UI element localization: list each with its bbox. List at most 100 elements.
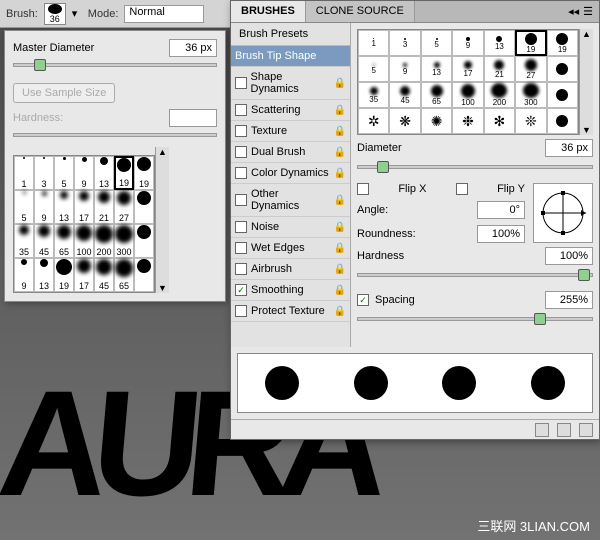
- brush-option-brush-tip-shape[interactable]: Brush Tip Shape: [231, 46, 350, 67]
- brush-preset-cell[interactable]: 13: [34, 258, 54, 292]
- lock-icon[interactable]: 🔒: [334, 168, 346, 179]
- brush-tip-grid[interactable]: 13591319195913172127354565100200300✲❋✺❉✻…: [357, 29, 579, 135]
- brush-preset-cell[interactable]: 13: [94, 156, 114, 190]
- brush-option-dual-brush[interactable]: Dual Brush🔒: [231, 142, 350, 163]
- new-brush-icon[interactable]: [557, 423, 571, 437]
- brush-preset-cell[interactable]: [134, 258, 154, 292]
- diameter-slider[interactable]: [357, 165, 593, 169]
- lock-icon[interactable]: 🔒: [334, 195, 346, 206]
- brush-tip-cell[interactable]: 100: [452, 82, 483, 108]
- brush-tip-cell[interactable]: 21: [484, 56, 515, 82]
- brush-dropdown-arrow-icon[interactable]: ▾: [72, 7, 82, 20]
- lock-icon[interactable]: 🔒: [334, 222, 346, 233]
- brush-tip-cell[interactable]: ✲: [358, 108, 389, 134]
- brush-preset-cell[interactable]: 3: [34, 156, 54, 190]
- brush-option-airbrush[interactable]: Airbrush🔒: [231, 259, 350, 280]
- brush-preset-swatch[interactable]: 36: [44, 3, 66, 25]
- brush-tip-cell[interactable]: [547, 108, 578, 134]
- brush-tip-cell[interactable]: ✺: [421, 108, 452, 134]
- brush-tip-cell[interactable]: 65: [421, 82, 452, 108]
- brush-tip-cell[interactable]: ❊: [515, 108, 546, 134]
- brush-presets-grid[interactable]: 1359131919591317212735456510020030091319…: [13, 155, 155, 293]
- presets-scrollbar[interactable]: ▲▼: [155, 147, 169, 293]
- diameter-input[interactable]: [545, 139, 593, 157]
- option-checkbox[interactable]: [235, 104, 247, 116]
- brush-option-smoothing[interactable]: ✓Smoothing🔒: [231, 280, 350, 301]
- roundness-input[interactable]: [477, 225, 525, 243]
- option-checkbox[interactable]: [235, 263, 247, 275]
- brush-tip-cell[interactable]: ❋: [389, 108, 420, 134]
- brush-tip-cell[interactable]: 1: [358, 30, 389, 56]
- brush-tip-cell[interactable]: 13: [484, 30, 515, 56]
- lock-icon[interactable]: 🔒: [334, 105, 346, 116]
- brush-preset-cell[interactable]: 19: [134, 156, 154, 190]
- brush-preset-cell[interactable]: 21: [94, 190, 114, 224]
- brush-tip-cell[interactable]: ❉: [452, 108, 483, 134]
- scroll-down-icon[interactable]: ▼: [582, 125, 591, 135]
- panel-menu-button[interactable]: ◂◂☰: [562, 1, 599, 22]
- brush-preset-cell[interactable]: 45: [94, 258, 114, 292]
- toggle-preview-icon[interactable]: [535, 423, 549, 437]
- brush-presets-header[interactable]: Brush Presets: [231, 23, 350, 46]
- option-checkbox[interactable]: [235, 125, 247, 137]
- brush-option-shape-dynamics[interactable]: Shape Dynamics🔒: [231, 67, 350, 100]
- scroll-up-icon[interactable]: ▲: [158, 147, 167, 157]
- brush-option-protect-texture[interactable]: Protect Texture🔒: [231, 301, 350, 322]
- brush-preset-cell[interactable]: 5: [54, 156, 74, 190]
- spacing-checkbox[interactable]: ✓: [357, 294, 369, 306]
- brush-preset-cell[interactable]: 1: [14, 156, 34, 190]
- master-diameter-input[interactable]: [169, 39, 217, 57]
- brush-tip-cell[interactable]: 45: [389, 82, 420, 108]
- brush-option-noise[interactable]: Noise🔒: [231, 217, 350, 238]
- slider-thumb[interactable]: [377, 161, 389, 173]
- lock-icon[interactable]: 🔒: [334, 243, 346, 254]
- hardness-setting-input[interactable]: [545, 247, 593, 265]
- brush-preset-cell[interactable]: 9: [34, 190, 54, 224]
- slider-thumb[interactable]: [534, 313, 546, 325]
- brush-preset-cell[interactable]: 17: [74, 258, 94, 292]
- brush-angle-diagram[interactable]: [533, 183, 593, 243]
- option-checkbox[interactable]: [235, 167, 247, 179]
- lock-icon[interactable]: 🔒: [334, 78, 346, 89]
- brush-preset-cell[interactable]: 19: [114, 156, 134, 190]
- brush-option-texture[interactable]: Texture🔒: [231, 121, 350, 142]
- brush-tip-cell[interactable]: 9: [389, 56, 420, 82]
- lock-icon[interactable]: 🔒: [334, 126, 346, 137]
- brush-preset-cell[interactable]: 17: [74, 190, 94, 224]
- master-diameter-slider[interactable]: [13, 63, 217, 67]
- brush-preset-cell[interactable]: 300: [114, 224, 134, 258]
- brush-preset-cell[interactable]: 35: [14, 224, 34, 258]
- brush-preset-cell[interactable]: 200: [94, 224, 114, 258]
- tab-clone-source[interactable]: CLONE SOURCE: [306, 1, 415, 22]
- option-checkbox[interactable]: [235, 221, 247, 233]
- brush-preset-cell[interactable]: 5: [14, 190, 34, 224]
- spacing-input[interactable]: [545, 291, 593, 309]
- brush-tip-cell[interactable]: 9: [452, 30, 483, 56]
- brush-tip-cell[interactable]: 13: [421, 56, 452, 82]
- brush-preset-cell[interactable]: [134, 224, 154, 258]
- angle-input[interactable]: [477, 201, 525, 219]
- brush-preset-cell[interactable]: [134, 190, 154, 224]
- brush-option-wet-edges[interactable]: Wet Edges🔒: [231, 238, 350, 259]
- brush-tip-cell[interactable]: 300: [515, 82, 546, 108]
- option-checkbox[interactable]: ✓: [235, 284, 247, 296]
- lock-icon[interactable]: 🔒: [334, 147, 346, 158]
- brush-preset-cell[interactable]: 27: [114, 190, 134, 224]
- tab-brushes[interactable]: BRUSHES: [231, 1, 306, 22]
- blend-mode-select[interactable]: Normal: [124, 5, 204, 23]
- brush-preset-cell[interactable]: 13: [54, 190, 74, 224]
- slider-thumb[interactable]: [578, 269, 590, 281]
- brush-preset-cell[interactable]: 9: [14, 258, 34, 292]
- lock-icon[interactable]: 🔒: [334, 264, 346, 275]
- trash-icon[interactable]: [579, 423, 593, 437]
- brush-tip-cell[interactable]: 5: [358, 56, 389, 82]
- brush-option-scattering[interactable]: Scattering🔒: [231, 100, 350, 121]
- option-checkbox[interactable]: [235, 242, 247, 254]
- brush-preset-cell[interactable]: 65: [54, 224, 74, 258]
- brush-tip-cell[interactable]: 5: [421, 30, 452, 56]
- brush-preset-cell[interactable]: 19: [54, 258, 74, 292]
- brush-option-color-dynamics[interactable]: Color Dynamics🔒: [231, 163, 350, 184]
- brush-tip-cell[interactable]: 27: [515, 56, 546, 82]
- brush-preset-cell[interactable]: 100: [74, 224, 94, 258]
- option-checkbox[interactable]: [235, 77, 247, 89]
